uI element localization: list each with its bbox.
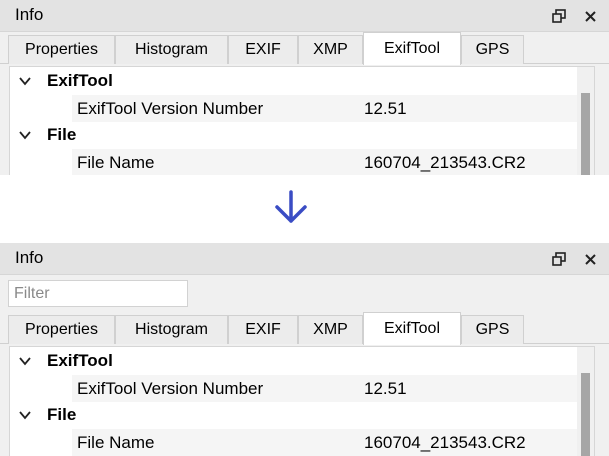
panel-titlebar: Info <box>0 0 609 32</box>
tree-row[interactable]: ExifTool Version Number 12.51 <box>72 375 578 402</box>
chevron-down-icon[interactable] <box>18 127 32 147</box>
float-window-icon[interactable] <box>549 6 569 26</box>
metadata-tree: ExifTool ExifTool Version Number 12.51 F… <box>9 66 595 175</box>
tab-exif[interactable]: EXIF <box>228 35 298 64</box>
tree-group-exiftool[interactable]: ExifTool <box>10 68 578 95</box>
tree-row[interactable]: File Name 160704_213543.CR2 <box>72 429 578 456</box>
tree-row-key: ExifTool Version Number <box>77 379 264 398</box>
filter-input[interactable] <box>8 280 188 307</box>
tab-properties[interactable]: Properties <box>8 35 115 64</box>
tree-row-key: File Name <box>77 433 155 452</box>
tab-gps[interactable]: GPS <box>461 35 524 64</box>
tree-group-label: File <box>47 405 77 424</box>
scrollbar-thumb[interactable] <box>581 373 590 456</box>
tab-xmp[interactable]: XMP <box>298 35 363 64</box>
tree-group-file[interactable]: File <box>10 402 578 429</box>
tree-group-label: ExifTool <box>47 351 113 370</box>
chevron-down-icon[interactable] <box>18 73 32 93</box>
info-panel-before: Info Properties Histogram EXIF XMP ExifT… <box>0 0 609 175</box>
tree-group-exiftool[interactable]: ExifTool <box>10 348 578 375</box>
tab-exiftool[interactable]: ExifTool <box>363 32 461 65</box>
tab-histogram[interactable]: Histogram <box>115 35 228 64</box>
tab-histogram[interactable]: Histogram <box>115 315 228 344</box>
tree-row-value: 160704_213543.CR2 <box>364 433 526 452</box>
float-window-icon[interactable] <box>549 249 569 269</box>
tree-row[interactable]: File Name 160704_213543.CR2 <box>72 149 578 175</box>
tree-row-value: 160704_213543.CR2 <box>364 153 526 172</box>
tree-group-label: ExifTool <box>47 71 113 90</box>
close-icon[interactable] <box>580 6 600 26</box>
vertical-scrollbar[interactable] <box>577 347 594 456</box>
tab-gps[interactable]: GPS <box>461 315 524 344</box>
scrollbar-thumb[interactable] <box>581 93 590 175</box>
tab-exiftool[interactable]: ExifTool <box>363 312 461 345</box>
tree-group-file[interactable]: File <box>10 122 578 149</box>
metadata-tree: ExifTool ExifTool Version Number 12.51 F… <box>9 346 595 456</box>
arrow-down-icon <box>275 190 307 223</box>
tab-exif[interactable]: EXIF <box>228 315 298 344</box>
tree-row-value: 12.51 <box>364 99 407 118</box>
tab-bar: Properties Histogram EXIF XMP ExifTool G… <box>0 312 609 345</box>
tree-row-value: 12.51 <box>364 379 407 398</box>
tree-row-key: ExifTool Version Number <box>77 99 264 118</box>
tree-group-label: File <box>47 125 77 144</box>
vertical-scrollbar[interactable] <box>577 67 594 175</box>
tree-row-key: File Name <box>77 153 155 172</box>
chevron-down-icon[interactable] <box>18 353 32 373</box>
filter-row <box>0 275 609 312</box>
chevron-down-icon[interactable] <box>18 407 32 427</box>
tab-properties[interactable]: Properties <box>8 315 115 344</box>
tab-bar: Properties Histogram EXIF XMP ExifTool G… <box>0 32 609 65</box>
panel-title: Info <box>15 5 44 24</box>
tab-xmp[interactable]: XMP <box>298 315 363 344</box>
tree-row[interactable]: ExifTool Version Number 12.51 <box>72 95 578 122</box>
info-panel-after: Info Properties Histogram EXIF XMP ExifT… <box>0 243 609 456</box>
close-icon[interactable] <box>580 249 600 269</box>
panel-title: Info <box>15 248 44 267</box>
panel-titlebar: Info <box>0 243 609 275</box>
